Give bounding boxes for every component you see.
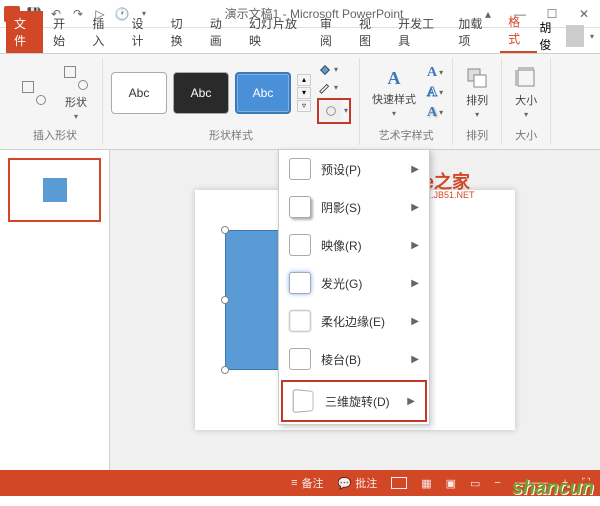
menu-reflection-label: 映像(R) [321, 237, 401, 254]
effects-icon [324, 104, 338, 118]
menu-preset-label: 预设(P) [321, 161, 401, 178]
style-gallery-expand[interactable]: ▿ [297, 100, 311, 112]
group-label-wordart: 艺术字样式 [379, 125, 434, 145]
shape-style-1[interactable]: Abc [111, 72, 167, 114]
preset-icon [289, 158, 311, 180]
group-label-arrange: 排列 [466, 125, 488, 145]
quick-styles-button[interactable]: A 快速样式 ▾ [368, 66, 420, 120]
resize-handle-bl[interactable] [221, 366, 229, 374]
size-button[interactable]: 大小 ▾ [510, 64, 542, 121]
tab-file[interactable]: 文件 [6, 11, 43, 53]
menu-bevel[interactable]: 棱台(B) ▶ [279, 340, 429, 378]
size-label: 大小 [515, 92, 537, 108]
menu-glow[interactable]: 发光(G) ▶ [279, 264, 429, 302]
resize-handle-tl[interactable] [221, 226, 229, 234]
submenu-arrow-icon: ▶ [411, 202, 419, 213]
tab-slideshow[interactable]: 幻灯片放映 [241, 11, 310, 53]
group-size: 大小 ▾ 大小 [502, 58, 551, 145]
submenu-arrow-icon: ▶ [411, 278, 419, 289]
submenu-arrow-icon: ▶ [411, 354, 419, 365]
arrange-label: 排列 [466, 92, 488, 108]
group-arrange: 排列 ▾ 排列 [453, 58, 502, 145]
menu-3d-rotation[interactable]: 三维旋转(D) ▶ [281, 380, 427, 422]
soft-edge-icon [289, 310, 311, 332]
group-label-shape-styles: 形状样式 [209, 125, 253, 145]
resize-handle-ml[interactable] [221, 296, 229, 304]
tab-insert[interactable]: 插入 [84, 11, 121, 53]
fill-icon [318, 63, 332, 77]
status-bar: ≡ 备注 💬 批注 ▦ ▣ ▭ − ——— + ⛶ [0, 470, 600, 496]
quick-styles-label: 快速样式 [372, 91, 416, 107]
menu-shadow[interactable]: 阴影(S) ▶ [279, 188, 429, 226]
menu-reflection[interactable]: 映像(R) ▶ [279, 226, 429, 264]
group-shape-styles: Abc Abc Abc ▴ ▾ ▿ ▾ ▾ ▾ [103, 58, 360, 145]
user-menu[interactable]: ▾ [590, 32, 594, 41]
style-scroll-down[interactable]: ▾ [297, 87, 311, 99]
menu-bevel-label: 棱台(B) [321, 351, 401, 368]
view-slideshow[interactable]: ▭ [470, 477, 480, 490]
tab-addins[interactable]: 加载项 [450, 11, 498, 53]
user-name[interactable]: 胡俊 [539, 19, 559, 53]
shapes-button[interactable]: 形状 ▾ [58, 62, 94, 123]
shape-effects-menu: 预设(P) ▶ 阴影(S) ▶ 映像(R) ▶ 发光(G) ▶ 柔化边缘(E) … [278, 149, 430, 425]
tab-animation[interactable]: 动画 [202, 11, 239, 53]
submenu-arrow-icon: ▶ [407, 396, 415, 407]
slide-number: 1 [0, 158, 1, 172]
view-reading[interactable]: ▣ [446, 477, 456, 490]
shape-style-2[interactable]: Abc [173, 72, 229, 114]
group-insert-shape: 形状 ▾ 插入形状 [8, 58, 103, 145]
slide-thumbnail-panel: 1 [0, 150, 110, 470]
submenu-arrow-icon: ▶ [411, 240, 419, 251]
arrange-icon [465, 66, 489, 90]
zoom-out[interactable]: − [494, 477, 500, 489]
menu-soft-edges-label: 柔化边缘(E) [321, 313, 401, 330]
tab-review[interactable]: 审阅 [312, 11, 349, 53]
tab-home[interactable]: 开始 [45, 11, 82, 53]
shape-effects-button[interactable]: ▾ [317, 98, 351, 124]
bevel-icon [289, 348, 311, 370]
wordart-A-icon: A [388, 68, 401, 89]
tab-design[interactable]: 设计 [123, 11, 160, 53]
tab-format[interactable]: 格式 [500, 9, 537, 53]
shape-style-3[interactable]: Abc [235, 72, 291, 114]
shape-outline-button[interactable]: ▾ [317, 80, 351, 96]
slide-thumbnail-1[interactable] [8, 158, 101, 222]
menu-soft-edges[interactable]: 柔化边缘(E) ▶ [279, 302, 429, 340]
reflection-icon [289, 234, 311, 256]
tab-developer[interactable]: 开发工具 [390, 11, 448, 53]
rotation-3d-icon [293, 389, 314, 413]
group-label-insert-shape: 插入形状 [33, 125, 77, 145]
shapes-label: 形状 [65, 94, 87, 110]
text-fill-button[interactable]: A▾ [426, 64, 444, 82]
glow-icon [289, 272, 311, 294]
shape-fill-button[interactable]: ▾ [317, 62, 351, 78]
shadow-icon [289, 196, 311, 218]
avatar[interactable] [566, 25, 584, 47]
size-icon [514, 66, 538, 90]
tab-view[interactable]: 视图 [351, 11, 388, 53]
menu-glow-label: 发光(G) [321, 275, 401, 292]
site-logo: shancun [512, 477, 594, 500]
style-scroll-up[interactable]: ▴ [297, 74, 311, 86]
comments-button[interactable]: 💬 批注 [338, 475, 378, 491]
arrange-button[interactable]: 排列 ▾ [461, 64, 493, 121]
notes-button[interactable]: ≡ 备注 [291, 475, 323, 491]
group-label-size: 大小 [515, 125, 537, 145]
outline-icon [318, 81, 332, 95]
view-sorter[interactable]: ▦ [421, 477, 431, 490]
group-wordart: A 快速样式 ▾ A▾ A▾ A▾ 艺术字样式 [360, 58, 453, 145]
tab-transition[interactable]: 切换 [163, 11, 200, 53]
menu-3d-rotation-label: 三维旋转(D) [325, 393, 397, 410]
menu-shadow-label: 阴影(S) [321, 199, 401, 216]
view-normal[interactable] [391, 477, 407, 489]
shapes-gallery-button[interactable] [16, 77, 52, 109]
menu-preset[interactable]: 预设(P) ▶ [279, 150, 429, 188]
submenu-arrow-icon: ▶ [411, 316, 419, 327]
text-effects-button[interactable]: A▾ [426, 104, 444, 122]
submenu-arrow-icon: ▶ [411, 164, 419, 175]
text-outline-button[interactable]: A▾ [426, 84, 444, 102]
thumbnail-shape [43, 178, 67, 202]
